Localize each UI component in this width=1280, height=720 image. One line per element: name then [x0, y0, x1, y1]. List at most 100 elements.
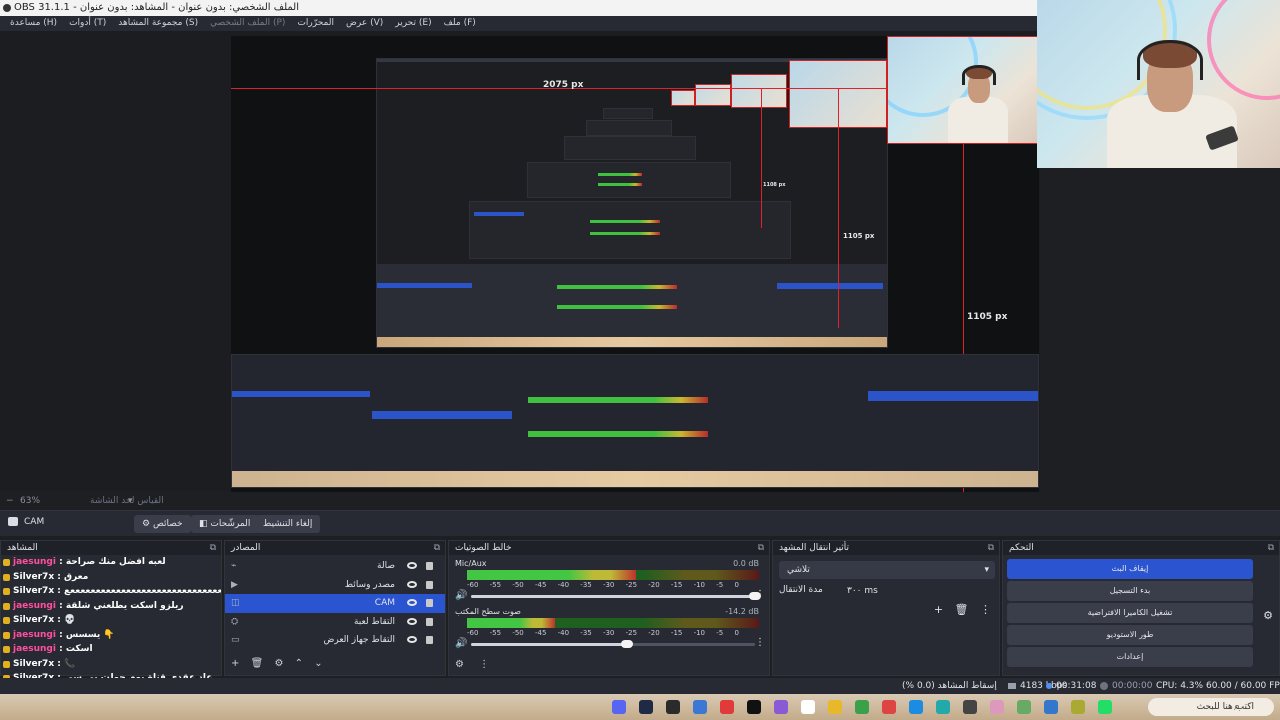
volume-knob[interactable]	[621, 640, 634, 648]
eye-icon[interactable]	[407, 562, 417, 569]
source-item[interactable]: ⌁ صالة	[225, 557, 445, 576]
lock-icon[interactable]	[426, 580, 433, 589]
trash-icon[interactable]: 🗑	[251, 658, 264, 669]
mixer-channel: Mic/Aux 0.0 dB -60 -55 -50 -45 -40 -35 -30…	[449, 559, 769, 605]
transition-select[interactable]: تلاشي ▾	[779, 561, 995, 579]
control-button[interactable]: تشغيل الكاميرا الافتراضية	[1007, 603, 1253, 623]
zoom-minus-icon[interactable]: −	[6, 494, 14, 508]
taskbar-app-icon[interactable]	[1071, 700, 1085, 714]
taskbar-app-icon[interactable]	[963, 700, 977, 714]
eye-icon[interactable]	[407, 580, 417, 588]
gear-icon[interactable]: ⚙	[274, 658, 283, 669]
lock-icon[interactable]	[426, 599, 433, 607]
menu-item[interactable]: أدوات (T)	[69, 16, 106, 31]
zoom-fit-select[interactable]: القياس لحد الشاشة	[90, 494, 164, 508]
taskbar-search[interactable]: اكتب هنا للبحث	[1148, 698, 1274, 716]
float-icon[interactable]: ⧉	[434, 541, 440, 555]
taskbar-app-icon[interactable]	[990, 700, 1004, 714]
nested-docks	[377, 264, 887, 344]
menu-item[interactable]: مساعدة (H)	[10, 16, 57, 31]
control-button[interactable]: طور الاستوديو	[1007, 625, 1253, 645]
transitions-title: تأثير انتقال المشهد	[779, 543, 850, 553]
menu-item[interactable]: عرض (V)	[346, 16, 383, 31]
down-icon[interactable]: ⌄	[314, 658, 322, 669]
mixer-channels: Mic/Aux 0.0 dB -60 -55 -50 -45 -40 -35 -30…	[449, 555, 769, 659]
filters-label: المرشّحات	[210, 519, 251, 529]
taskbar-app-icon[interactable]	[801, 700, 815, 714]
menu-item[interactable]: مجموعة المشاهد (S)	[118, 16, 198, 31]
taskbar-app-icon[interactable]	[639, 700, 653, 714]
lock-icon[interactable]	[426, 562, 433, 570]
add-icon[interactable]: +	[231, 658, 239, 669]
up-icon[interactable]: ⌃	[295, 658, 303, 669]
chevron-down-icon[interactable]: ▾	[128, 494, 133, 508]
speaker-icon[interactable]: 🔊	[455, 590, 467, 601]
menu-dots-icon[interactable]: ⋮	[479, 659, 489, 670]
menu-dots-icon[interactable]: ⋮	[755, 637, 765, 648]
taskbar-app-icon[interactable]	[693, 700, 707, 714]
float-icon[interactable]: ⧉	[758, 541, 764, 555]
taskbar-app-icon[interactable]	[909, 700, 923, 714]
taskbar-app-icon[interactable]	[936, 700, 950, 714]
channel-db: 0.0 dB	[733, 559, 759, 568]
nested-meter	[557, 285, 677, 289]
crown-badge-icon	[3, 559, 10, 566]
taskbar-app-icon[interactable]	[828, 700, 842, 714]
volume-slider[interactable]	[471, 640, 755, 648]
guide-label-2075: 2075 px	[543, 80, 584, 90]
chat-separator: :	[55, 629, 66, 640]
eye-icon[interactable]	[407, 599, 417, 606]
source-item[interactable]: ▭ التقاط جهاز العرض	[225, 631, 445, 650]
control-button[interactable]: بدء التسجيل	[1007, 581, 1253, 601]
add-icon[interactable]: +	[934, 603, 943, 616]
source-item[interactable]: ◫ CAM	[225, 594, 445, 613]
taskbar-app-icon[interactable]	[720, 700, 734, 714]
control-button[interactable]: إيقاف البث	[1007, 559, 1253, 579]
nested-obs-window-6	[603, 108, 653, 119]
channel-name: صوت سطح المكتب	[455, 607, 521, 616]
lock-icon[interactable]	[426, 636, 433, 644]
source-name: صالة	[377, 561, 395, 571]
deactivate-button[interactable]: إلغاء التنشيط	[255, 515, 321, 533]
eye-icon[interactable]	[407, 617, 417, 625]
source-item[interactable]: ▶ مصدر وسائط	[225, 576, 445, 595]
meter-ticks: -60 -55 -50 -45 -40 -35 -30 -25 -20 -15 …	[467, 581, 739, 589]
menu-dots-icon[interactable]: ⋮	[980, 603, 991, 616]
control-button[interactable]: إعدادات	[1007, 647, 1253, 667]
volume-slider[interactable]	[471, 592, 761, 600]
chat-text: ريلزو اسكت يطلعني شلقة	[65, 600, 184, 611]
source-type-icon: ⌁	[231, 561, 237, 571]
source-item[interactable]: ⛭ التقاط لعبة	[225, 613, 445, 632]
guide-line	[838, 88, 839, 328]
taskbar-app-icon[interactable]	[612, 700, 626, 714]
taskbar-app-icon[interactable]	[1044, 700, 1058, 714]
audio-mixer-dock: خالط الصوتيات ⧉ Mic/Aux 0.0 dB -60 -55 -50 …	[448, 540, 770, 676]
float-icon[interactable]: ⧉	[988, 541, 994, 555]
taskbar-app-icon[interactable]	[855, 700, 869, 714]
menu-item[interactable]: الملف الشخصي (P)	[210, 16, 285, 31]
menu-dots-icon[interactable]: ⋮	[755, 589, 765, 600]
gear-icon[interactable]: ⚙	[455, 659, 464, 670]
speaker-icon[interactable]: 🔊	[455, 638, 467, 649]
zoom-value[interactable]: 63%	[20, 494, 40, 508]
nested-obs-window-2	[469, 201, 791, 259]
menu-item[interactable]: ملف (F)	[444, 16, 476, 31]
menu-item[interactable]: المحرّرات	[297, 16, 334, 31]
taskbar-app-icon[interactable]	[747, 700, 761, 714]
lock-icon[interactable]	[426, 617, 433, 626]
taskbar-app-icon[interactable]	[1098, 700, 1112, 714]
taskbar-app-icon[interactable]	[1017, 700, 1031, 714]
float-icon[interactable]: ⧉	[1268, 541, 1274, 555]
taskbar-app-icon[interactable]	[882, 700, 896, 714]
trash-icon[interactable]: 🗑	[955, 603, 969, 616]
filters-button[interactable]: ◧ المرشّحات	[191, 515, 259, 533]
taskbar-app-icon[interactable]	[774, 700, 788, 714]
source-name: التقاط جهاز العرض	[323, 635, 395, 645]
properties-button[interactable]: ⚙ خصائص	[134, 515, 191, 533]
float-icon[interactable]: ⧉	[210, 541, 216, 555]
taskbar-app-icon[interactable]	[666, 700, 680, 714]
menu-item[interactable]: تحرير (E)	[395, 16, 431, 31]
eye-icon[interactable]	[407, 636, 417, 643]
gear-icon[interactable]: ⚙	[1263, 609, 1273, 622]
duration-input[interactable]: ٣٠٠ ms	[843, 583, 995, 599]
